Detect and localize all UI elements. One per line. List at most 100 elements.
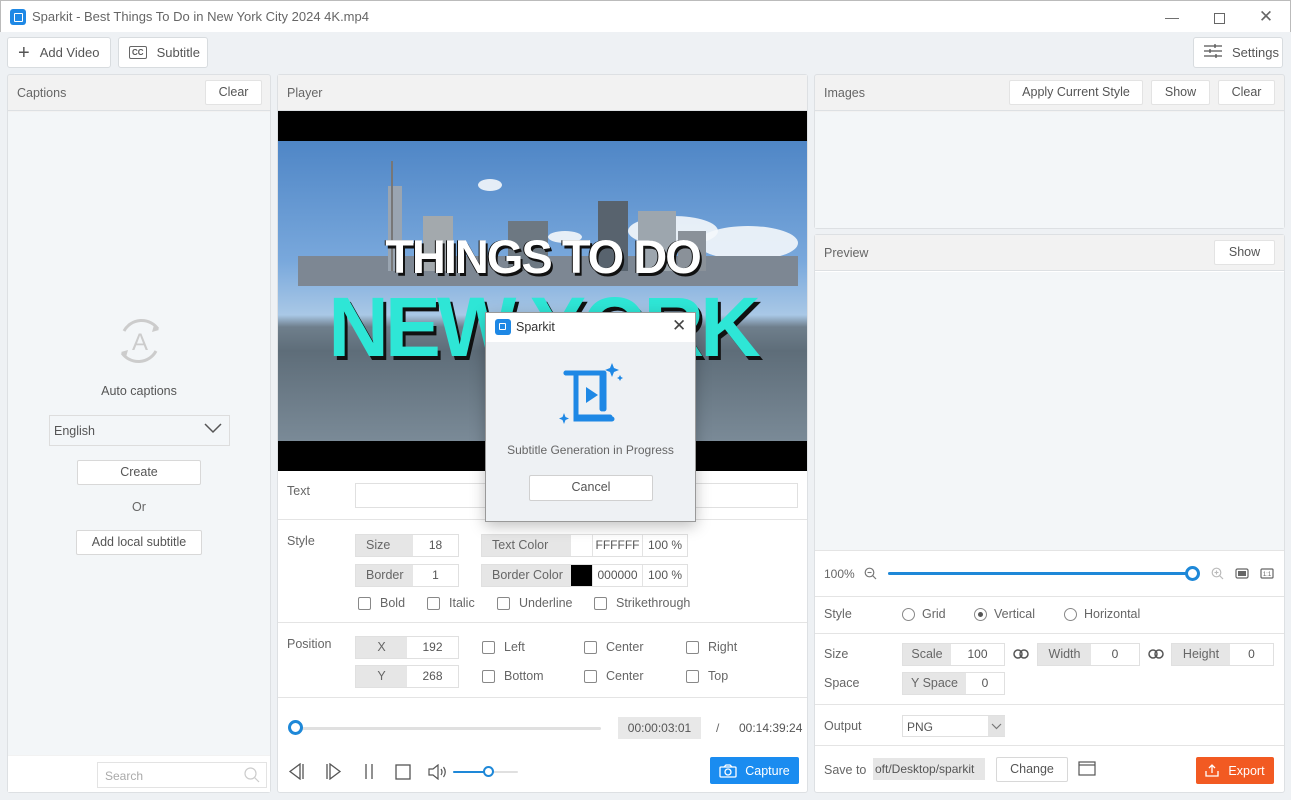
scale-key: Scale	[903, 644, 951, 665]
zoom-in-icon	[1211, 567, 1224, 580]
upload-icon	[1205, 764, 1220, 777]
border-color-field[interactable]: Border Color 000000 100 %	[481, 564, 688, 587]
images-title: Images	[824, 86, 865, 100]
previous-frame-button[interactable]	[288, 762, 306, 783]
underline-label: Underline	[519, 596, 573, 610]
chevron-down-icon	[204, 422, 222, 437]
border-color-swatch[interactable]	[571, 565, 593, 586]
step-back-icon	[288, 762, 304, 781]
y-value[interactable]: 268	[407, 666, 458, 687]
link-icon	[1013, 649, 1029, 659]
captions-clear-button[interactable]: Clear	[205, 80, 262, 105]
style-grid-radio[interactable]: Grid	[902, 607, 946, 621]
subtitle-button[interactable]: CC Subtitle	[118, 37, 208, 68]
style-vertical-radio[interactable]: Vertical	[974, 607, 1035, 621]
style-horizontal-radio[interactable]: Horizontal	[1064, 607, 1140, 621]
save-path-field[interactable]: oft/Desktop/sparkit	[873, 758, 985, 780]
width-field[interactable]: Width 0	[1037, 643, 1140, 666]
align-bottom-checkbox[interactable]: Bottom	[482, 669, 544, 683]
capture-button[interactable]: Capture	[710, 757, 799, 784]
current-time[interactable]: 00:00:03:01	[618, 717, 701, 739]
link-scale-width-toggle[interactable]	[1013, 648, 1029, 663]
space-label: Space	[824, 676, 860, 690]
auto-captions-label: Auto captions	[101, 384, 177, 398]
border-width-field[interactable]: Border 1	[355, 564, 459, 587]
settings-button[interactable]: Settings	[1193, 37, 1283, 68]
text-label: Text	[287, 484, 310, 498]
images-show-button[interactable]: Show	[1151, 80, 1210, 105]
text-color-opacity[interactable]: 100 %	[643, 535, 687, 556]
x-value[interactable]: 192	[407, 637, 458, 658]
images-header: Images Apply Current Style Show Clear	[815, 75, 1284, 111]
images-clear-button[interactable]: Clear	[1218, 80, 1275, 105]
add-local-subtitle-button[interactable]: Add local subtitle	[76, 530, 202, 555]
scale-value[interactable]: 100	[951, 644, 1004, 665]
total-time: 00:14:39:24	[739, 721, 803, 735]
divider	[815, 596, 1284, 597]
export-button[interactable]: Export	[1196, 757, 1274, 784]
change-path-button[interactable]: Change	[996, 757, 1068, 782]
align-right-checkbox[interactable]: Right	[686, 640, 737, 654]
font-size-field[interactable]: Size 18	[355, 534, 459, 557]
seek-track[interactable]	[295, 727, 601, 730]
y-space-field[interactable]: Y Space 0	[902, 672, 1005, 695]
text-color-key: Text Color	[482, 535, 571, 556]
height-field[interactable]: Height 0	[1171, 643, 1274, 666]
text-color-swatch[interactable]	[571, 535, 593, 556]
zoom-out-button[interactable]	[864, 567, 877, 583]
text-color-field[interactable]: Text Color FFFFFF 100 %	[481, 534, 688, 557]
bold-checkbox[interactable]: Bold	[358, 596, 405, 610]
y-position-field[interactable]: Y 268	[355, 665, 459, 688]
scale-field[interactable]: Scale 100	[902, 643, 1005, 666]
close-window-button[interactable]: ✕	[1251, 5, 1281, 29]
fit-to-window-button[interactable]	[1235, 568, 1249, 582]
border-value[interactable]: 1	[413, 565, 458, 586]
align-center-h-checkbox[interactable]: Center	[584, 640, 644, 654]
dialog-close-button[interactable]: ✕	[672, 316, 686, 336]
dialog-cancel-button[interactable]: Cancel	[529, 475, 653, 501]
zoom-handle[interactable]	[1184, 566, 1200, 581]
create-captions-button[interactable]: Create	[77, 460, 201, 485]
align-top-checkbox[interactable]: Top	[686, 669, 728, 683]
fit-screen-icon	[1235, 568, 1249, 579]
search-icon	[244, 767, 260, 786]
next-frame-button[interactable]	[324, 762, 342, 783]
step-forward-icon	[326, 762, 342, 781]
align-left-checkbox[interactable]: Left	[482, 640, 525, 654]
save-to-label: Save to	[824, 763, 867, 777]
underline-checkbox[interactable]: Underline	[497, 596, 573, 610]
stop-button[interactable]	[395, 764, 411, 783]
open-folder-button[interactable]	[1078, 761, 1096, 779]
add-video-button[interactable]: + Add Video	[7, 37, 111, 68]
x-position-field[interactable]: X 192	[355, 636, 459, 659]
speaker-icon	[428, 763, 446, 781]
size-value[interactable]: 18	[413, 535, 458, 556]
width-key: Width	[1038, 644, 1091, 665]
title-bar: Sparkit - Best Things To Do in New York …	[0, 0, 1291, 32]
actual-size-button[interactable]: 1:1	[1260, 568, 1274, 582]
pause-button[interactable]	[363, 763, 375, 783]
align-right-label: Right	[708, 640, 738, 654]
height-value[interactable]: 0	[1230, 644, 1273, 665]
y-space-value[interactable]: 0	[966, 673, 1004, 694]
seek-handle[interactable]	[287, 720, 303, 735]
minimize-button[interactable]: —	[1157, 5, 1187, 29]
apply-current-style-button[interactable]: Apply Current Style	[1009, 80, 1143, 105]
closed-captions-icon: CC	[129, 46, 147, 59]
width-value[interactable]: 0	[1091, 644, 1139, 665]
captions-search-input[interactable]: Search	[97, 762, 267, 788]
italic-checkbox[interactable]: Italic	[427, 596, 475, 610]
output-format-select[interactable]: PNG	[902, 715, 1005, 737]
volume-button[interactable]	[428, 763, 448, 783]
zoom-in-button[interactable]	[1211, 567, 1224, 583]
maximize-button[interactable]	[1204, 5, 1234, 29]
preview-show-button[interactable]: Show	[1214, 240, 1275, 265]
language-select[interactable]: English	[49, 415, 230, 446]
border-color-opacity[interactable]: 100 %	[643, 565, 687, 586]
border-color-hex[interactable]: 000000	[593, 565, 643, 586]
strikethrough-checkbox[interactable]: Strikethrough	[594, 596, 690, 610]
link-width-height-toggle[interactable]	[1148, 648, 1164, 663]
align-center-v-checkbox[interactable]: Center	[584, 669, 644, 683]
border-key: Border	[356, 565, 413, 586]
text-color-hex[interactable]: FFFFFF	[593, 535, 643, 556]
